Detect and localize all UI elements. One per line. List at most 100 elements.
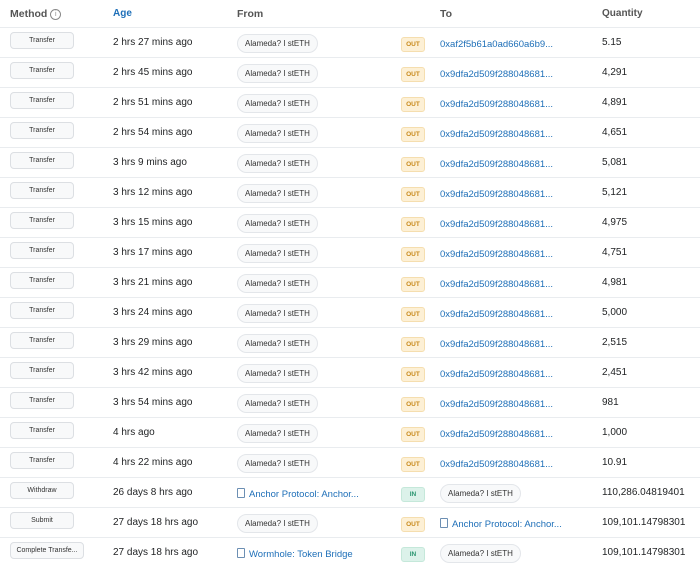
to-cell: Alameda? I stETH (436, 483, 602, 503)
from-cell: Alameda? I stETH (235, 453, 397, 473)
from-address-chip[interactable]: Alameda? I stETH (237, 243, 318, 263)
quantity-column-header: Quantity (602, 8, 643, 19)
table-row: Transfer 3 hrs 24 mins ago Alameda? I stET… (0, 297, 700, 327)
from-cell: Wormhole: Token Bridge (235, 544, 397, 562)
direction-badge: OUT (401, 97, 425, 112)
method-cell: Transfer (0, 61, 113, 84)
to-address-link[interactable]: 0x9dfa2d509f288048681... (440, 279, 553, 290)
table-row: Transfer 3 hrs 42 mins ago Alameda? I stET… (0, 357, 700, 387)
quantity-cell: 4,981 (602, 277, 628, 288)
table-row: Transfer 3 hrs 12 mins ago Alameda? I stET… (0, 177, 700, 207)
direction-badge: IN (401, 487, 425, 502)
to-cell: 0x9dfa2d509f288048681... (436, 274, 602, 292)
from-cell: Alameda? I stETH (235, 393, 397, 413)
to-cell: 0x9dfa2d509f288048681... (436, 124, 602, 142)
from-address-chip[interactable]: Alameda? I stETH (237, 453, 318, 473)
from-cell: Alameda? I stETH (235, 243, 397, 263)
to-address-link[interactable]: 0x9dfa2d509f288048681... (440, 429, 553, 440)
age-cell: 3 hrs 24 mins ago (113, 307, 193, 318)
direction-cell: OUT (397, 153, 436, 172)
to-address-link[interactable]: 0x9dfa2d509f288048681... (440, 159, 553, 170)
from-address-chip[interactable]: Alameda? I stETH (237, 153, 318, 173)
to-address-link[interactable]: 0x9dfa2d509f288048681... (440, 369, 553, 380)
direction-badge: OUT (401, 337, 425, 352)
direction-cell: OUT (397, 243, 436, 262)
from-address-chip[interactable]: Alameda? I stETH (237, 303, 318, 323)
direction-badge: OUT (401, 217, 425, 232)
to-address-link[interactable]: 0x9dfa2d509f288048681... (440, 399, 553, 410)
from-address-chip[interactable]: Alameda? I stETH (237, 213, 318, 233)
direction-cell: OUT (397, 393, 436, 412)
info-icon[interactable]: i (50, 8, 62, 20)
quantity-cell: 4,291 (602, 67, 628, 78)
from-cell: Alameda? I stETH (235, 33, 397, 53)
to-address-link[interactable]: 0x9dfa2d509f288048681... (440, 309, 553, 320)
direction-cell: IN (397, 483, 436, 502)
direction-cell: OUT (397, 453, 436, 472)
from-address-link[interactable]: Anchor Protocol: Anchor... (237, 487, 359, 500)
to-address-link[interactable]: 0x9dfa2d509f288048681... (440, 189, 553, 200)
direction-badge: OUT (401, 457, 425, 472)
table-row: Transfer 2 hrs 51 mins ago Alameda? I stET… (0, 87, 700, 117)
from-address-chip[interactable]: Alameda? I stETH (237, 183, 318, 203)
from-address-link[interactable]: Wormhole: Token Bridge (237, 547, 353, 560)
age-column-header[interactable]: Age (113, 8, 235, 19)
from-address-chip[interactable]: Alameda? I stETH (237, 513, 318, 533)
direction-badge: OUT (401, 307, 425, 322)
method-badge: Transfer (10, 211, 74, 229)
method-cell: Transfer (0, 301, 113, 324)
direction-badge: OUT (401, 157, 425, 172)
to-address-link[interactable]: 0x9dfa2d509f288048681... (440, 99, 553, 110)
table-body: Transfer 2 hrs 27 mins ago Alameda? I stET… (0, 27, 700, 567)
direction-badge: OUT (401, 67, 425, 82)
direction-cell: OUT (397, 213, 436, 232)
method-column-header: Method i (0, 8, 113, 20)
direction-cell: OUT (397, 93, 436, 112)
from-address-chip[interactable]: Alameda? I stETH (237, 123, 318, 143)
from-cell: Alameda? I stETH (235, 333, 397, 353)
from-address-chip[interactable]: Alameda? I stETH (237, 33, 318, 53)
from-address-chip[interactable]: Alameda? I stETH (237, 423, 318, 443)
direction-cell: OUT (397, 513, 436, 532)
from-address-chip[interactable]: Alameda? I stETH (237, 63, 318, 83)
to-address-link[interactable]: 0x9dfa2d509f288048681... (440, 339, 553, 350)
from-cell: Alameda? I stETH (235, 273, 397, 293)
from-address-chip[interactable]: Alameda? I stETH (237, 273, 318, 293)
quantity-cell: 109,101.14798301 (602, 547, 686, 558)
method-cell: Transfer (0, 211, 113, 234)
table-row: Transfer 4 hrs 22 mins ago Alameda? I stET… (0, 447, 700, 477)
to-address-link[interactable]: Anchor Protocol: Anchor... (440, 517, 562, 530)
table-row: Submit 27 days 18 hrs ago Alameda? I stETH… (0, 507, 700, 537)
from-address-chip[interactable]: Alameda? I stETH (237, 333, 318, 353)
method-badge: Transfer (10, 271, 74, 289)
table-row: Transfer 4 hrs ago Alameda? I stETH OUT 0x9d… (0, 417, 700, 447)
table-row: Complete Transfe... 27 days 18 hrs ago Wor… (0, 537, 700, 567)
method-badge: Transfer (10, 61, 74, 79)
to-cell: 0x9dfa2d509f288048681... (436, 154, 602, 172)
method-badge: Transfer (10, 181, 74, 199)
to-address-link[interactable]: 0xaf2f5b61a0ad660a6b9... (440, 39, 553, 50)
age-cell: 2 hrs 51 mins ago (113, 97, 193, 108)
to-address-link[interactable]: 0x9dfa2d509f288048681... (440, 69, 553, 80)
to-address-link[interactable]: 0x9dfa2d509f288048681... (440, 249, 553, 260)
direction-badge: OUT (401, 247, 425, 262)
to-address-link[interactable]: 0x9dfa2d509f288048681... (440, 129, 553, 140)
method-badge: Transfer (10, 241, 74, 259)
to-address-link[interactable]: 0x9dfa2d509f288048681... (440, 219, 553, 230)
to-cell: 0x9dfa2d509f288048681... (436, 184, 602, 202)
from-cell: Anchor Protocol: Anchor... (235, 484, 397, 502)
contract-document-icon (440, 517, 448, 528)
to-address-link[interactable]: 0x9dfa2d509f288048681... (440, 459, 553, 470)
from-address-chip[interactable]: Alameda? I stETH (237, 93, 318, 113)
to-address-chip[interactable]: Alameda? I stETH (440, 543, 521, 563)
to-cell: 0x9dfa2d509f288048681... (436, 304, 602, 322)
from-address-chip[interactable]: Alameda? I stETH (237, 363, 318, 383)
method-badge: Transfer (10, 391, 74, 409)
quantity-cell: 110,286.04819401 (602, 487, 685, 498)
quantity-cell: 981 (602, 397, 619, 408)
from-cell: Alameda? I stETH (235, 183, 397, 203)
direction-badge: OUT (401, 517, 425, 532)
from-address-chip[interactable]: Alameda? I stETH (237, 393, 318, 413)
to-address-chip[interactable]: Alameda? I stETH (440, 483, 521, 503)
method-badge: Transfer (10, 361, 74, 379)
